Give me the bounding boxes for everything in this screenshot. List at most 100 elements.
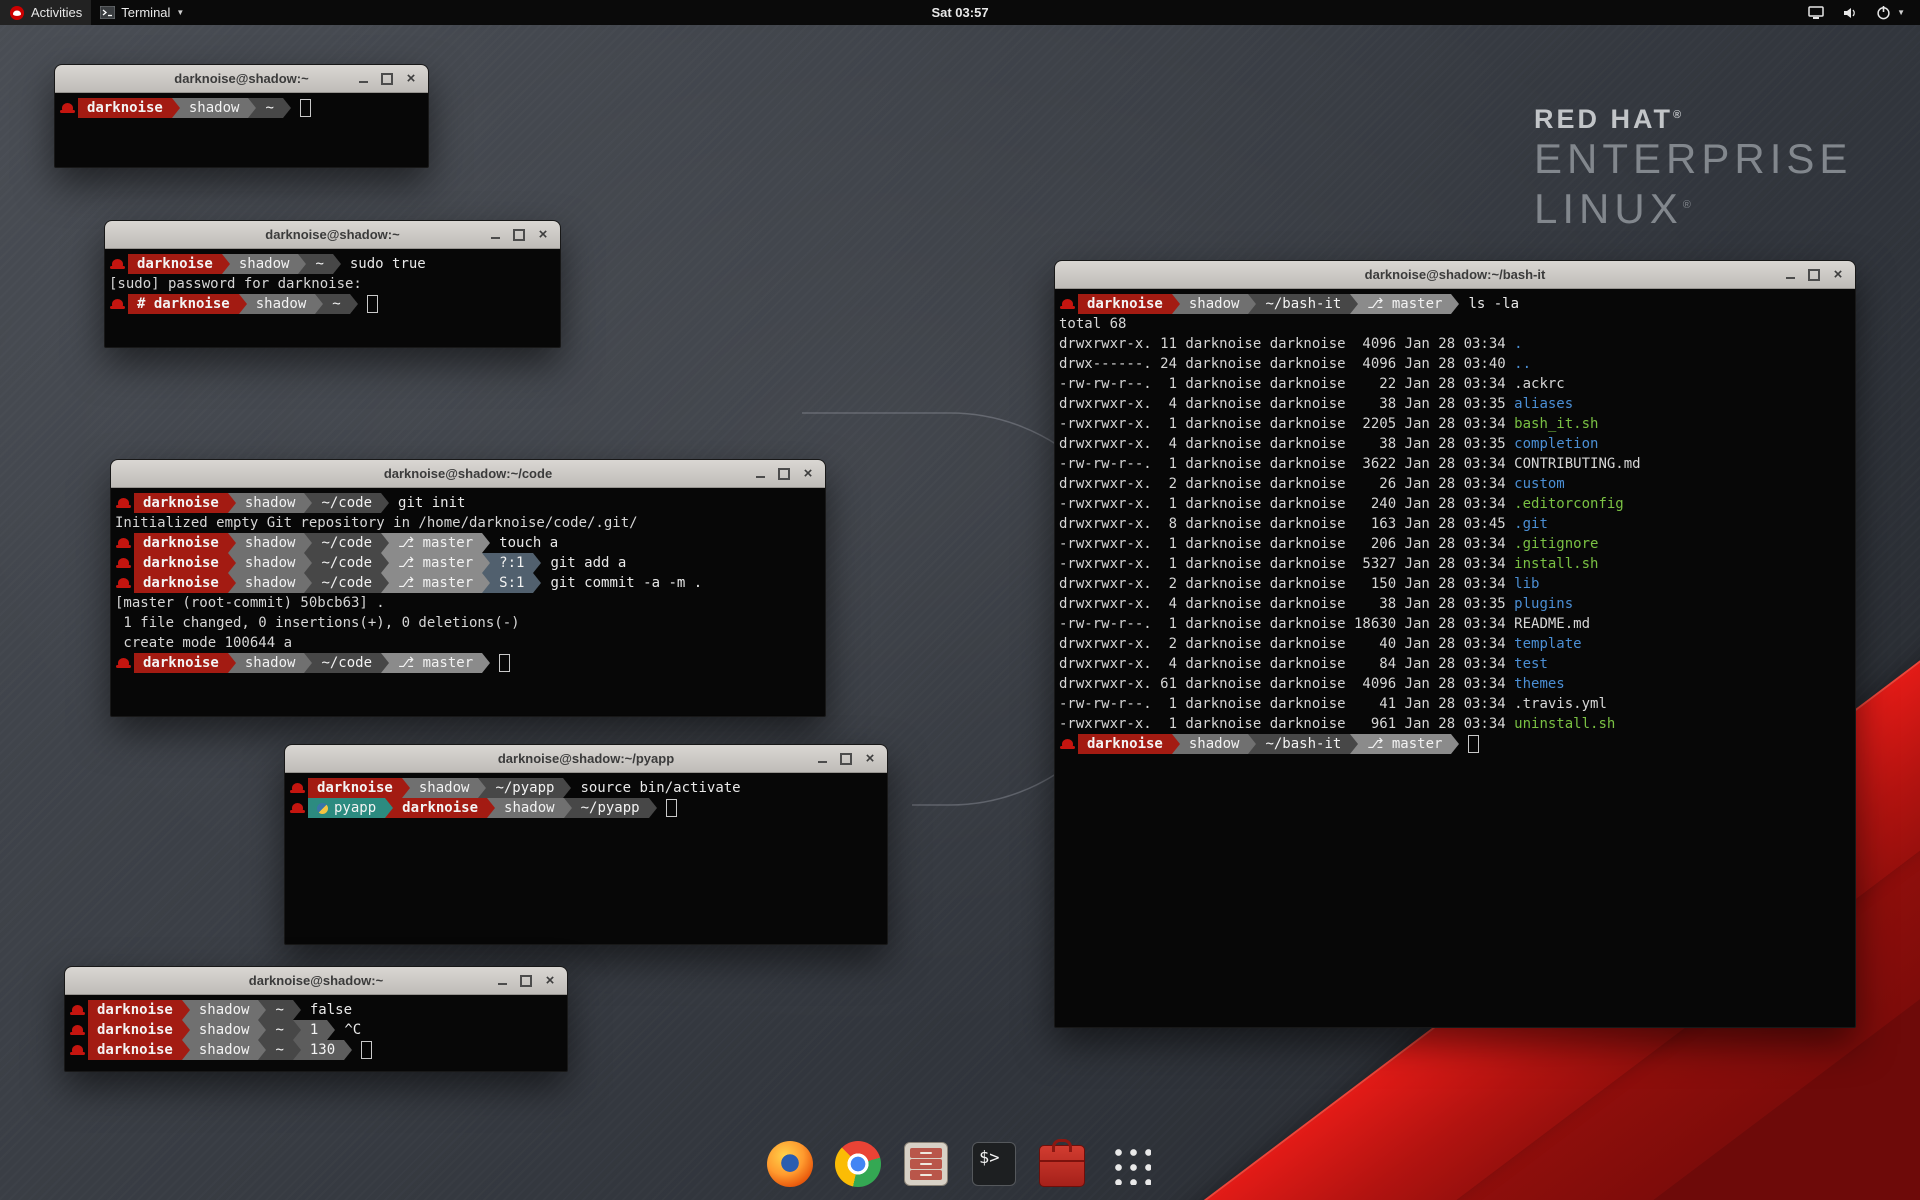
prompt-segment-host: shadow bbox=[495, 798, 564, 818]
powerline-separator bbox=[381, 553, 389, 573]
window-title: darknoise@shadow:~ bbox=[65, 973, 567, 988]
terminal-content[interactable]: darknoiseshadow~sudo true[sudo] password… bbox=[105, 249, 560, 319]
window-titlebar[interactable]: darknoise@shadow:~/pyapp × bbox=[285, 745, 887, 773]
dock: $> bbox=[0, 1138, 1920, 1190]
powerline-separator bbox=[381, 533, 389, 553]
powerline-separator bbox=[182, 1020, 190, 1040]
clock[interactable]: Sat 03:57 bbox=[0, 5, 1920, 20]
window-titlebar[interactable]: darknoise@shadow:~/bash-it × bbox=[1055, 261, 1855, 289]
terminal-window-pyapp[interactable]: darknoise@shadow:~/pyapp × darknoiseshad… bbox=[284, 744, 888, 945]
maximize-button[interactable] bbox=[1805, 266, 1823, 284]
activities-button[interactable]: Activities bbox=[0, 0, 91, 25]
close-button[interactable]: × bbox=[799, 465, 817, 483]
display-settings-button[interactable] bbox=[1799, 0, 1833, 25]
terminal-line: -rw-rw-r--. 1 darknoise darknoise 3622 J… bbox=[1059, 454, 1852, 474]
maximize-button[interactable] bbox=[837, 750, 855, 768]
dock-terminal-button[interactable]: $> bbox=[968, 1138, 1020, 1190]
powerline-separator bbox=[564, 798, 572, 818]
output-text: Initialized empty Git repository in /hom… bbox=[115, 515, 638, 531]
file-name: .ackrc bbox=[1514, 376, 1565, 392]
file-name: install.sh bbox=[1514, 556, 1598, 572]
prompt-segment-user: darknoise bbox=[88, 1040, 182, 1060]
close-button[interactable]: × bbox=[861, 750, 879, 768]
terminal-content[interactable]: darknoiseshadow~falsedarknoiseshadow~1^C… bbox=[65, 995, 567, 1065]
minimize-button[interactable] bbox=[751, 465, 769, 483]
prompt-segment-path: ~/code bbox=[312, 533, 381, 553]
chrome-icon bbox=[835, 1141, 881, 1187]
terminal-content[interactable]: darknoiseshadow~/bash-it⎇ masterls -lato… bbox=[1055, 289, 1855, 759]
command-text: sudo true bbox=[341, 256, 426, 272]
terminal-line: darknoiseshadow~sudo true bbox=[109, 254, 557, 274]
prompt-segment-path: ~/code bbox=[312, 493, 381, 513]
system-status-area[interactable]: ▼ bbox=[1799, 0, 1920, 25]
terminal-line: 1 file changed, 0 insertions(+), 0 delet… bbox=[115, 613, 822, 633]
redhat-menu-icon bbox=[9, 5, 25, 21]
minimize-button[interactable] bbox=[354, 70, 372, 88]
maximize-button[interactable] bbox=[510, 226, 528, 244]
dock-chrome-button[interactable] bbox=[832, 1138, 884, 1190]
window-titlebar[interactable]: darknoise@shadow:~ × bbox=[65, 967, 567, 995]
terminal-window-home-1[interactable]: darknoise@shadow:~ × darknoiseshadow~ bbox=[54, 64, 429, 168]
minimize-button[interactable] bbox=[486, 226, 504, 244]
powerline-separator bbox=[293, 1020, 301, 1040]
prompt-segment-path: ~ bbox=[266, 1040, 292, 1060]
powerline-separator bbox=[182, 1000, 190, 1020]
output-text: 1 file changed, 0 insertions(+), 0 delet… bbox=[115, 615, 520, 631]
close-button[interactable]: × bbox=[402, 70, 420, 88]
output-text: drwxrwxr-x. 2 darknoise darknoise 150 Ja… bbox=[1059, 576, 1514, 592]
powerline-separator bbox=[482, 653, 490, 673]
output-text: -rwxrwxr-x. 1 darknoise darknoise 2205 J… bbox=[1059, 416, 1514, 432]
dock-files-button[interactable] bbox=[900, 1138, 952, 1190]
command-text: git init bbox=[389, 495, 465, 511]
prompt-segment-git: ⎇ master bbox=[1358, 294, 1451, 314]
terminal-window-bash-it[interactable]: darknoise@shadow:~/bash-it × darknoisesh… bbox=[1054, 260, 1856, 1028]
terminal-cursor bbox=[300, 99, 311, 117]
window-titlebar[interactable]: darknoise@shadow:~/code × bbox=[111, 460, 825, 488]
prompt-segment-path: ~ bbox=[306, 254, 332, 274]
terminal-window-home-2[interactable]: darknoise@shadow:~ × darknoiseshadow~fal… bbox=[64, 966, 568, 1072]
dock-toolbox-button[interactable] bbox=[1036, 1138, 1088, 1190]
output-text: [sudo] password for darknoise: bbox=[109, 276, 370, 292]
close-button[interactable]: × bbox=[1829, 266, 1847, 284]
terminal-line: darknoiseshadow~ bbox=[59, 98, 425, 118]
maximize-button[interactable] bbox=[378, 70, 396, 88]
prompt-segment-host: shadow bbox=[236, 653, 305, 673]
powerline-separator bbox=[248, 98, 256, 118]
powerline-separator bbox=[1451, 294, 1459, 314]
terminal-content[interactable]: darknoise shadow ~/code git init Initialized… bbox=[111, 488, 825, 678]
rhel-wordmark-redhat: RED HAT® bbox=[1534, 104, 1852, 135]
powerline-separator bbox=[533, 573, 541, 593]
dock-app-grid-button[interactable] bbox=[1104, 1138, 1156, 1190]
terminal-window-sudo[interactable]: darknoise@shadow:~ × darknoiseshadow~sud… bbox=[104, 220, 561, 348]
file-name: README.md bbox=[1514, 616, 1590, 632]
powerline-separator bbox=[315, 294, 323, 314]
close-button[interactable]: × bbox=[534, 226, 552, 244]
volume-button[interactable] bbox=[1833, 0, 1867, 25]
maximize-button[interactable] bbox=[775, 465, 793, 483]
output-text: -rwxrwxr-x. 1 darknoise darknoise 206 Ja… bbox=[1059, 536, 1514, 552]
app-menu-terminal[interactable]: Terminal ▼ bbox=[91, 0, 193, 25]
minimize-button[interactable] bbox=[813, 750, 831, 768]
close-icon: × bbox=[407, 71, 416, 86]
minimize-button[interactable] bbox=[493, 972, 511, 990]
window-titlebar[interactable]: darknoise@shadow:~ × bbox=[55, 65, 428, 93]
terminal-window-code[interactable]: darknoise@shadow:~/code × darknoise shado… bbox=[110, 459, 826, 717]
prompt-segment-code: 1 bbox=[301, 1020, 327, 1040]
terminal-content[interactable]: darknoiseshadow~/pyappsource bin/activat… bbox=[285, 773, 887, 823]
powerline-separator bbox=[381, 573, 389, 593]
dock-firefox-button[interactable] bbox=[764, 1138, 816, 1190]
output-text: drwxrwxr-x. 61 darknoise darknoise 4096 … bbox=[1059, 676, 1514, 692]
power-button[interactable]: ▼ bbox=[1867, 0, 1914, 25]
prompt-segment-host: shadow bbox=[190, 1020, 259, 1040]
prompt-segment-host: shadow bbox=[236, 533, 305, 553]
terminal-content[interactable]: darknoiseshadow~ bbox=[55, 93, 428, 123]
prompt-segment-user: darknoise bbox=[134, 573, 228, 593]
close-button[interactable]: × bbox=[541, 972, 559, 990]
powerline-separator bbox=[172, 98, 180, 118]
minimize-button[interactable] bbox=[1781, 266, 1799, 284]
terminal-line: create mode 100644 a bbox=[115, 633, 822, 653]
maximize-button[interactable] bbox=[517, 972, 535, 990]
prompt-segment-host: shadow bbox=[180, 98, 249, 118]
window-titlebar[interactable]: darknoise@shadow:~ × bbox=[105, 221, 560, 249]
terminal-cursor bbox=[361, 1041, 372, 1059]
